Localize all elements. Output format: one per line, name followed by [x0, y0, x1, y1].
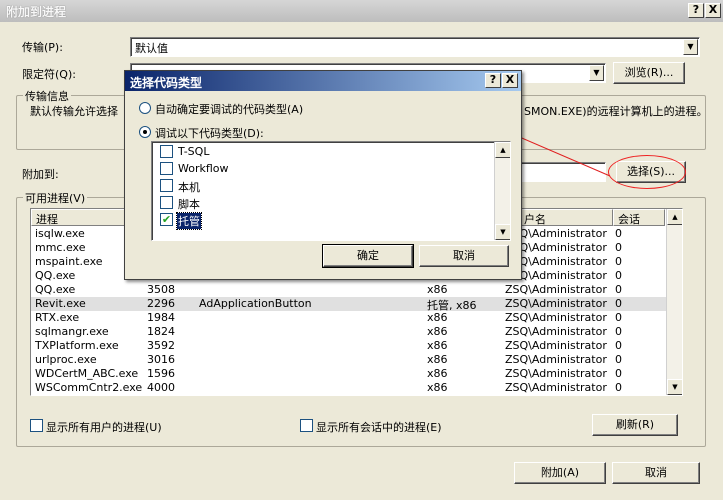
code-type-list[interactable]: T-SQL Workflow 本机 脚本 ✔ 托管 ▲ ▼ — [151, 141, 511, 241]
manual-types-radio[interactable] — [139, 126, 151, 138]
auto-detect-radio[interactable] — [139, 102, 151, 114]
script-checkbox[interactable] — [160, 196, 173, 209]
managed-label: 托管 — [176, 212, 202, 230]
scroll-down-icon[interactable]: ▼ — [495, 224, 510, 240]
manual-types-label: 调试以下代码类型(D): — [155, 127, 264, 140]
auto-detect-label: 自动确定要调试的代码类型(A) — [155, 103, 304, 116]
dialog-close-button[interactable]: X — [502, 73, 518, 88]
dialog-help-button[interactable]: ? — [485, 73, 501, 88]
code-type-scrollbar[interactable]: ▲ ▼ — [494, 142, 510, 240]
choose-code-type-dialog: 选择代码类型 ? X 自动确定要调试的代码类型(A) 调试以下代码类型(D): … — [124, 70, 522, 280]
ok-button[interactable]: 确定 — [322, 244, 414, 268]
workflow-checkbox[interactable] — [160, 162, 173, 175]
managed-checkbox[interactable]: ✔ — [160, 213, 173, 226]
tsql-label: T-SQL — [178, 145, 210, 158]
dialog-title: 选择代码类型 — [130, 76, 203, 90]
dialog-titlebar: 选择代码类型 ? X — [125, 71, 521, 91]
dialog-cancel-button[interactable]: 取消 — [419, 245, 509, 267]
native-label: 本机 — [178, 181, 200, 194]
native-checkbox[interactable] — [160, 179, 173, 192]
workflow-label: Workflow — [178, 162, 229, 175]
tsql-checkbox[interactable] — [160, 145, 173, 158]
scroll-up-icon[interactable]: ▲ — [495, 142, 510, 158]
script-label: 脚本 — [178, 198, 200, 211]
